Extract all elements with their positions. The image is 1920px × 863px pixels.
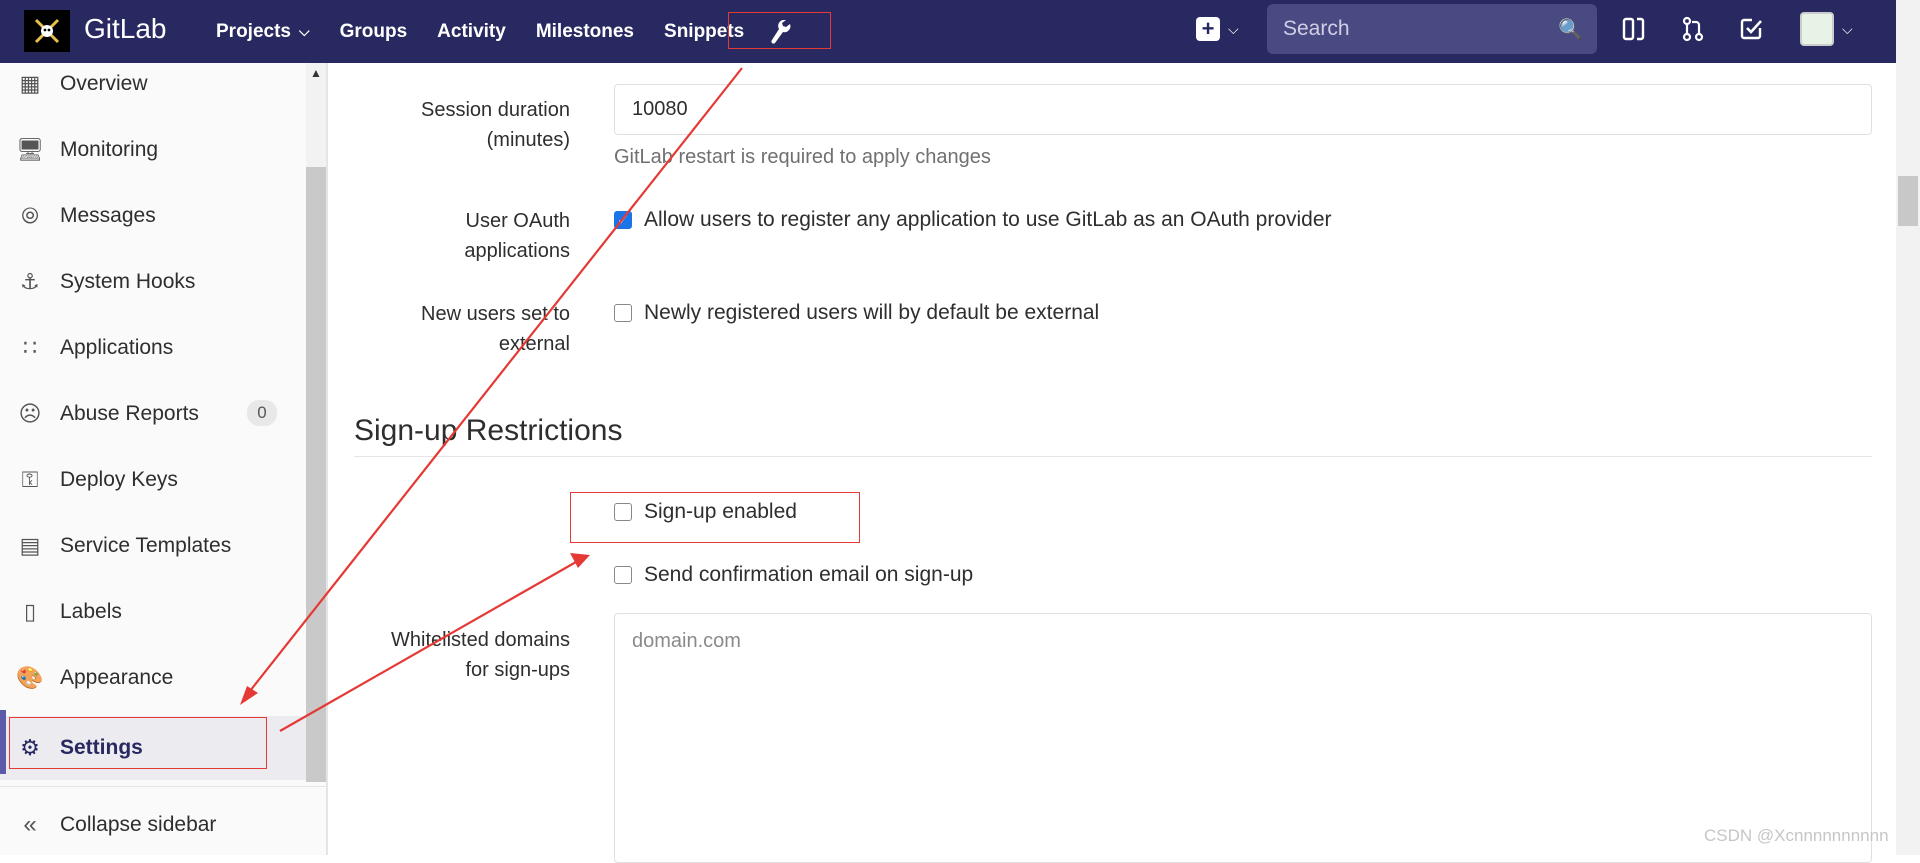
avatar — [1800, 12, 1834, 46]
page-scrollbar-thumb[interactable] — [1898, 176, 1918, 226]
new-users-external-checkbox-row[interactable]: Newly registered users will by default b… — [614, 301, 1099, 325]
chevron-down-icon: ⌵ — [298, 23, 310, 39]
chevron-down-icon: ⌵ — [1228, 20, 1239, 37]
sidebar-item-messages[interactable]: ⦾ Messages — [0, 188, 306, 244]
send-confirmation-checkbox[interactable] — [614, 566, 632, 584]
search-input[interactable] — [1281, 16, 1559, 42]
search-icon: 🔍 — [1558, 18, 1583, 41]
signup-annotation-box — [570, 492, 860, 543]
issues-icon[interactable] — [1622, 16, 1646, 49]
label-line: (minutes) — [486, 129, 570, 151]
grid-icon: ▦ — [19, 71, 41, 96]
user-oauth-checkbox-row[interactable]: ✓ Allow users to register any applicatio… — [614, 208, 1332, 232]
label-icon: ▯ — [23, 599, 37, 624]
nav-projects-label: Projects — [216, 20, 291, 42]
user-menu[interactable]: ⌵ — [1800, 12, 1853, 46]
sidebar-item-label: Appearance — [60, 666, 174, 689]
active-indicator — [0, 710, 6, 774]
send-confirmation-text: Send confirmation email on sign-up — [644, 563, 974, 586]
label-line: for sign-ups — [465, 659, 571, 681]
logo-icon — [34, 18, 60, 44]
sidebar-scrollbar[interactable] — [306, 167, 326, 782]
admin-area-button[interactable] — [728, 12, 831, 49]
collapse-sidebar-label: Collapse sidebar — [60, 813, 217, 836]
abuse-reports-count-badge: 0 — [247, 400, 277, 426]
plus-square-icon: + — [1196, 17, 1220, 41]
arrow-head — [570, 553, 590, 568]
monitor-icon: 🖥 — [16, 137, 44, 162]
palette-icon: 🎨 — [16, 665, 44, 690]
sidebar-item-deploy-keys[interactable]: ⚿ Deploy Keys — [0, 452, 306, 508]
new-item-dropdown[interactable]: + ⌵ — [1196, 17, 1239, 41]
brand-name[interactable]: GitLab — [84, 13, 167, 45]
user-oauth-label: User OAuth applications — [350, 206, 570, 266]
whitelisted-domains-textarea[interactable] — [614, 613, 1872, 863]
watermark: CSDN @Xcnnnnnnnnnn — [1704, 826, 1889, 845]
frown-icon: ☹ — [18, 401, 42, 426]
sidebar-item-labels[interactable]: ▯ Labels — [0, 584, 306, 640]
sidebar-item-label: Abuse Reports — [60, 402, 199, 425]
send-confirmation-checkbox-row[interactable]: Send confirmation email on sign-up — [614, 563, 973, 587]
user-oauth-text: Allow users to register any application … — [644, 208, 1332, 231]
double-chevron-left-icon: « — [23, 811, 37, 838]
broadcast-icon: ⦾ — [21, 203, 39, 228]
sidebar-item-label: Overview — [60, 72, 148, 95]
chevron-down-icon: ⌵ — [1842, 20, 1853, 37]
settings-annotation-box — [9, 717, 267, 769]
todo-check-icon[interactable] — [1740, 16, 1764, 49]
nav-activity-label: Activity — [437, 20, 506, 42]
label-line: User OAuth — [465, 210, 570, 232]
new-users-external-checkbox[interactable] — [614, 304, 632, 322]
sidebar-item-label: Messages — [60, 204, 156, 227]
nav-milestones[interactable]: Milestones — [536, 21, 634, 43]
new-users-external-text: Newly registered users will by default b… — [644, 301, 1100, 324]
anchor-icon: ⚓ — [20, 269, 40, 294]
sidebar-item-label: Labels — [60, 600, 122, 623]
sidebar-item-service-templates[interactable]: ▤ Service Templates — [0, 518, 306, 574]
nav-projects[interactable]: Projects ⌵ — [216, 21, 310, 43]
nav-activity[interactable]: Activity — [437, 21, 506, 43]
search-box[interactable]: 🔍 — [1267, 4, 1597, 54]
scroll-up-arrow-icon[interactable]: ▲ — [306, 63, 326, 83]
sidebar-item-label: Deploy Keys — [60, 468, 178, 491]
apps-grid-icon: ∷ — [23, 335, 37, 360]
top-navbar: GitLab Projects ⌵ Groups Activity Milest… — [0, 0, 1896, 63]
collapse-sidebar-button[interactable]: « Collapse sidebar — [0, 797, 216, 853]
new-users-external-label: New users set to external — [350, 299, 570, 359]
template-icon: ▤ — [19, 533, 41, 558]
main-nav: Projects ⌵ Groups Activity Milestones Sn… — [216, 0, 774, 63]
session-duration-input[interactable] — [614, 84, 1872, 135]
gitlab-logo[interactable] — [24, 10, 70, 52]
label-line: Whitelisted domains — [391, 629, 570, 651]
wrench-icon — [770, 19, 790, 44]
nav-groups[interactable]: Groups — [340, 21, 408, 43]
label-line: New users set to — [421, 303, 570, 325]
section-divider — [354, 456, 1872, 457]
session-duration-label: Session duration (minutes) — [350, 95, 570, 155]
label-line: external — [498, 333, 570, 355]
sidebar-item-overview[interactable]: ▦ Overview — [0, 56, 306, 112]
sidebar-item-label: Service Templates — [60, 534, 232, 557]
signup-restrictions-title: Sign-up Restrictions — [354, 414, 623, 447]
nav-milestones-label: Milestones — [535, 20, 635, 42]
whitelist-label: Whitelisted domains for sign-ups — [350, 625, 570, 685]
sidebar-divider — [0, 786, 326, 787]
nav-groups-label: Groups — [339, 20, 408, 42]
merge-request-icon[interactable] — [1682, 16, 1704, 49]
sidebar-item-label: Applications — [60, 336, 174, 359]
session-duration-help: GitLab restart is required to apply chan… — [614, 146, 991, 168]
label-line: applications — [464, 240, 570, 262]
key-icon: ⚿ — [21, 467, 39, 492]
sidebar-item-appearance[interactable]: 🎨 Appearance — [0, 650, 306, 706]
page-scrollbar[interactable] — [1896, 0, 1920, 855]
sidebar-item-label: System Hooks — [60, 270, 196, 293]
sidebar-item-label: Monitoring — [60, 138, 159, 161]
sidebar-item-monitoring[interactable]: 🖥 Monitoring — [0, 122, 306, 178]
label-line: Session duration — [421, 99, 570, 121]
user-oauth-checkbox[interactable]: ✓ — [614, 211, 632, 229]
sidebar-item-applications[interactable]: ∷ Applications — [0, 320, 306, 376]
sidebar-item-system-hooks[interactable]: ⚓ System Hooks — [0, 254, 306, 310]
